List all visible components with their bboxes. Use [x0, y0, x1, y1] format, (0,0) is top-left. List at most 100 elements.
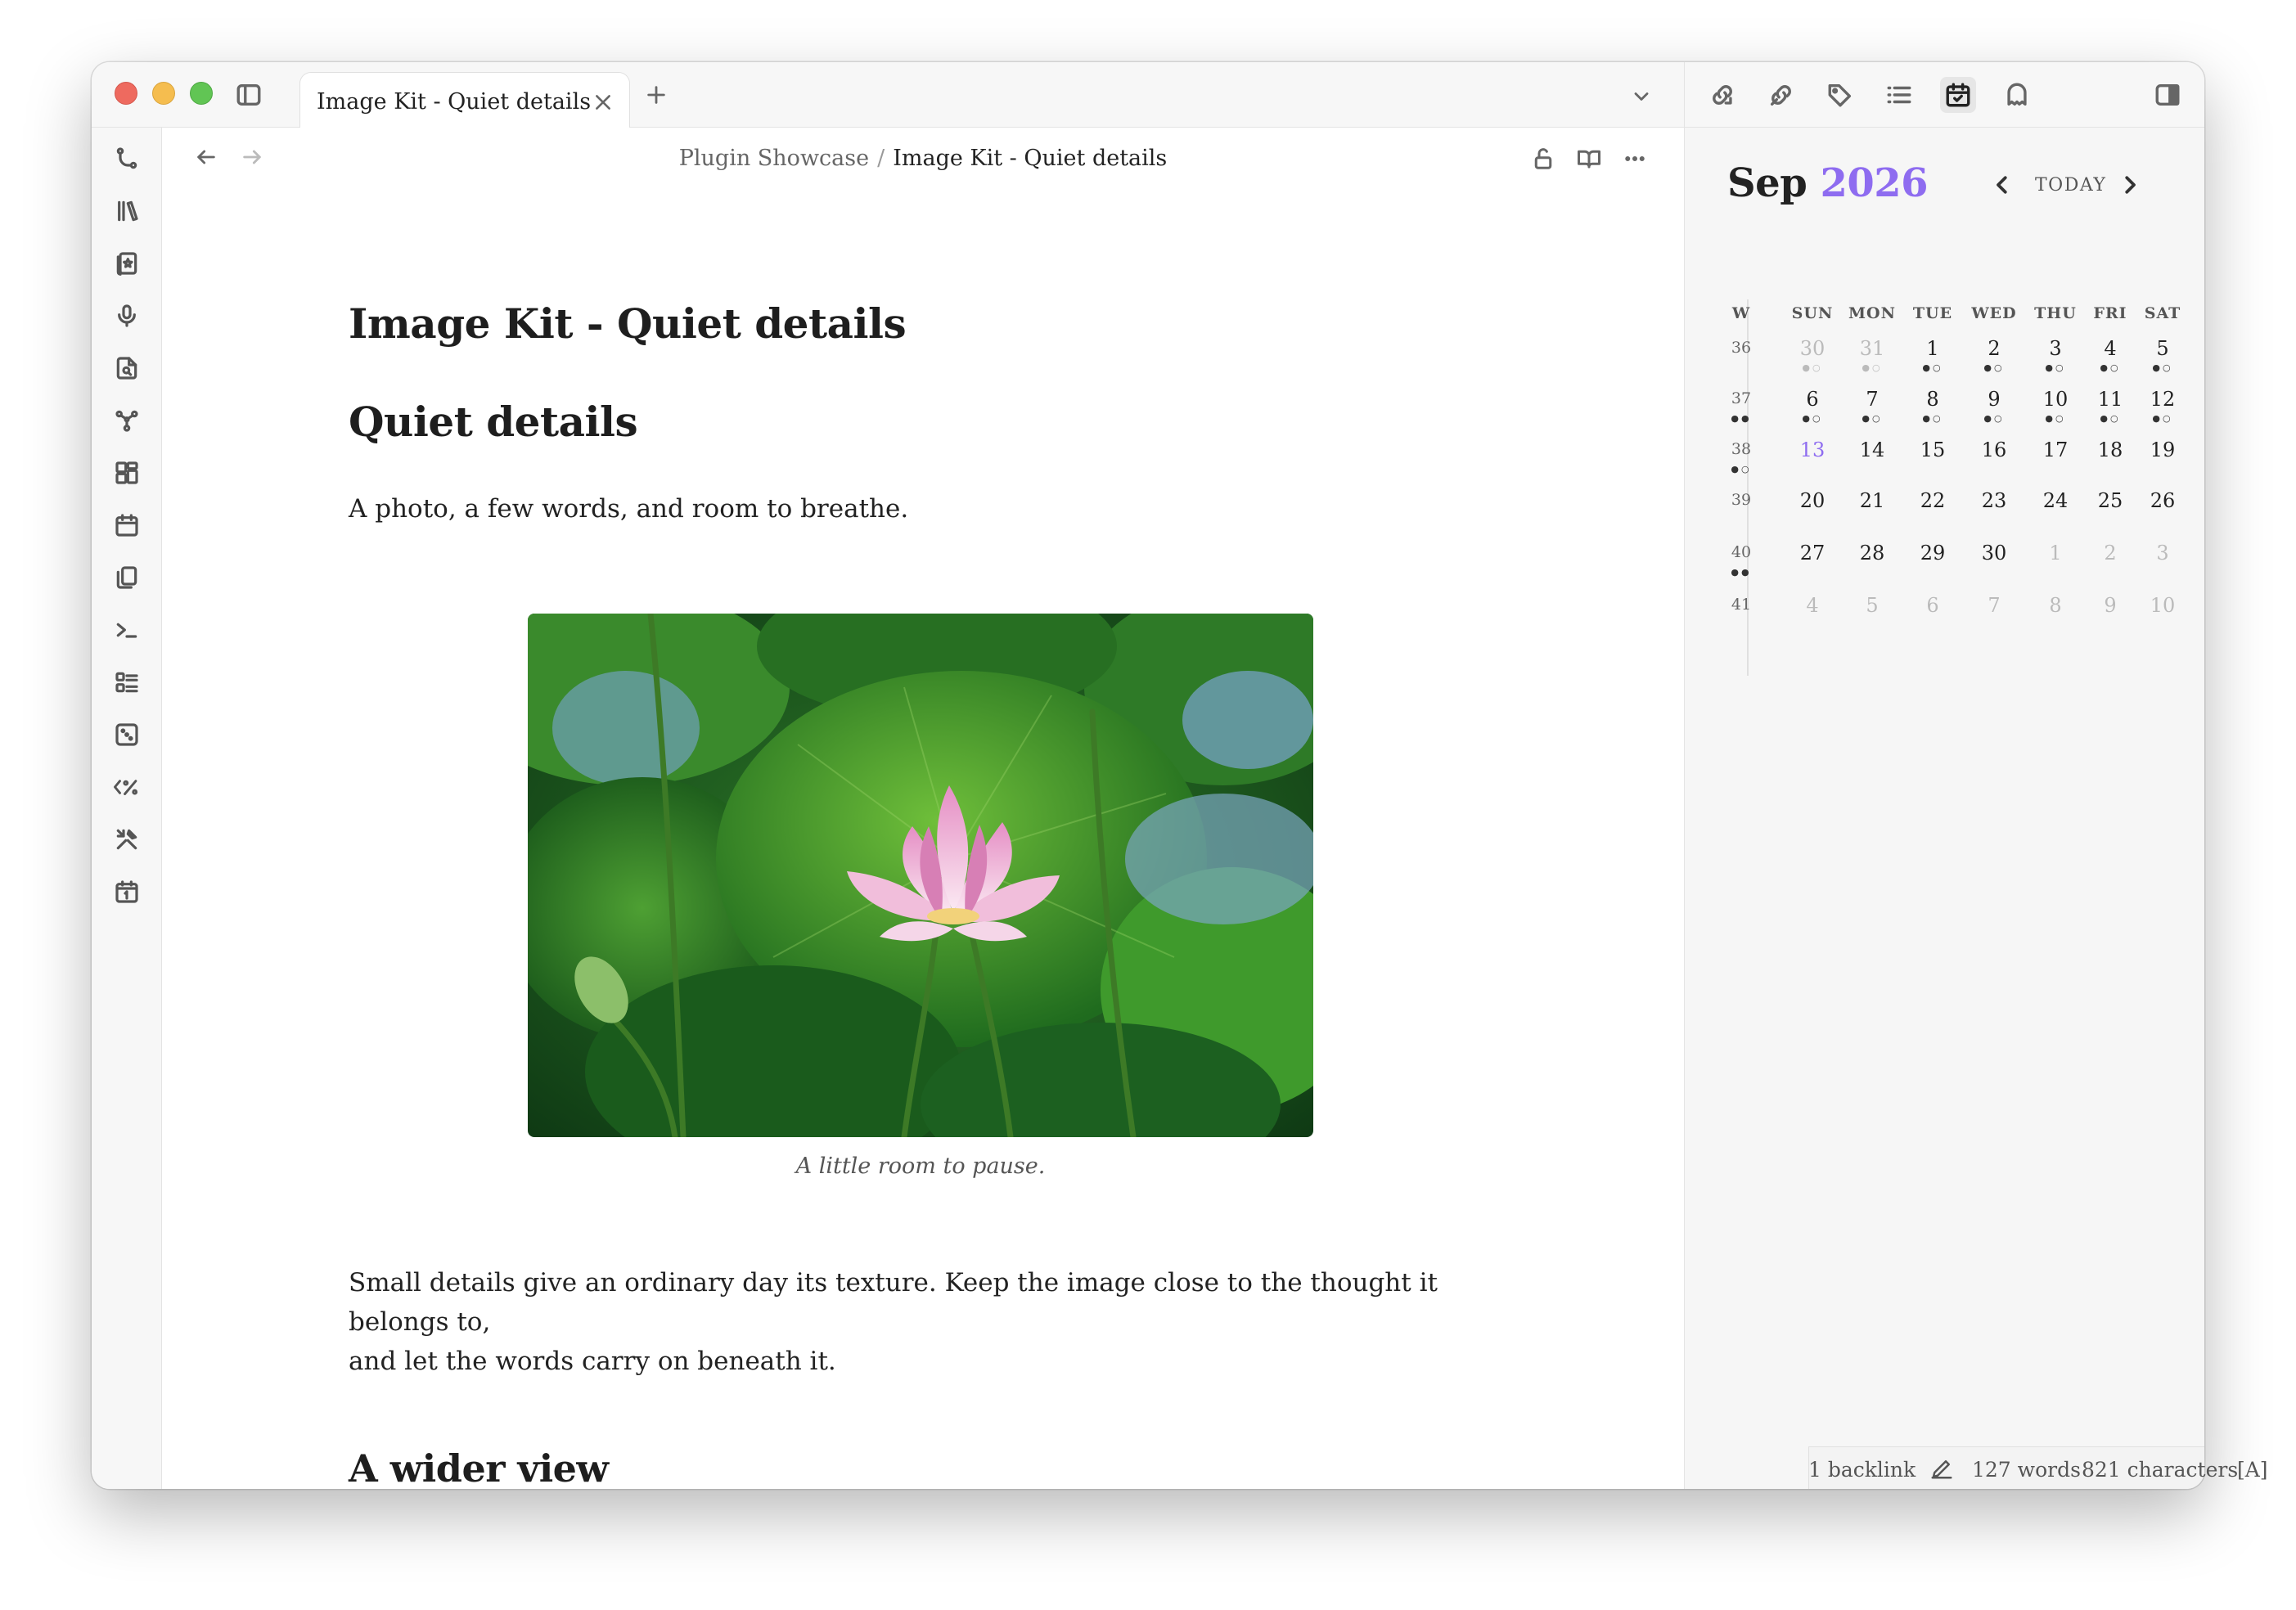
lock-open-icon[interactable]	[1527, 142, 1560, 175]
calendar-day[interactable]: 14	[1848, 438, 1897, 461]
week-number[interactable]: 41	[1721, 596, 1762, 614]
calendar-day[interactable]: 18	[2086, 438, 2135, 461]
week-number[interactable]: 36	[1721, 339, 1762, 357]
calendar-day[interactable]: 3	[2138, 542, 2187, 564]
close-icon[interactable]	[588, 88, 618, 117]
library-icon[interactable]	[109, 193, 145, 229]
calendar-day[interactable]: 15	[1908, 438, 1957, 461]
tab-active[interactable]: Image Kit - Quiet details	[299, 72, 630, 129]
calendar-day[interactable]: 5	[1848, 594, 1897, 617]
calendar-day[interactable]: 4	[1788, 594, 1837, 617]
calendar-day[interactable]: 2	[2086, 542, 2135, 564]
file-search-icon[interactable]	[109, 350, 145, 386]
outgoing-links-icon[interactable]	[1763, 77, 1799, 113]
calendar-day[interactable]: 21	[1848, 489, 1897, 512]
calendar-icon[interactable]	[109, 507, 145, 543]
tag-icon[interactable]	[1822, 77, 1858, 113]
note-dots-indicator: ●○	[2152, 413, 2173, 424]
tools-icon[interactable]	[109, 821, 145, 857]
week-number[interactable]: 40	[1721, 543, 1762, 561]
calendar-day[interactable]: 7	[1848, 388, 1897, 411]
calendar-day[interactable]: 28	[1848, 542, 1897, 564]
dashboard-icon[interactable]	[109, 455, 145, 491]
week-dots-indicator: ●●	[1731, 567, 1752, 578]
week-number[interactable]: 38	[1721, 440, 1762, 458]
calendar-day[interactable]: 8	[2031, 594, 2080, 617]
week-number[interactable]: 39	[1721, 491, 1762, 509]
calendar-day[interactable]: 9	[2086, 594, 2135, 617]
calendar-day[interactable]: 10	[2138, 594, 2187, 617]
calendar-day[interactable]: 22	[1908, 489, 1957, 512]
calendar-day[interactable]: 5	[2138, 337, 2187, 360]
ghost-icon[interactable]	[1999, 77, 2035, 113]
calendar-day[interactable]: 29	[1908, 542, 1957, 564]
backlinks-icon[interactable]	[1704, 77, 1740, 113]
calendar-day[interactable]: 3	[2031, 337, 2080, 360]
copy-icon[interactable]	[109, 560, 145, 596]
calendar-day[interactable]: 11	[2086, 388, 2135, 411]
weekday-header: FRI	[2093, 304, 2127, 322]
git-branch-icon[interactable]	[109, 141, 145, 177]
calendar-day[interactable]: 4	[2086, 337, 2135, 360]
chevron-down-icon[interactable]	[1627, 82, 1656, 111]
more-options-icon[interactable]	[1618, 142, 1651, 175]
minimize-window-button[interactable]	[152, 82, 175, 105]
calendar-day[interactable]: 30	[1970, 542, 2019, 564]
calendar-day[interactable]: 17	[2031, 438, 2080, 461]
calendar-day[interactable]: 16	[1970, 438, 2019, 461]
note-dots-indicator: ●○	[2045, 413, 2066, 424]
image-caption: A little room to pause.	[795, 1154, 1046, 1179]
backlink-count[interactable]: 1 backlink	[1808, 1458, 1916, 1482]
body-line-2: and let the words carry on beneath it.	[349, 1347, 836, 1376]
template-icon[interactable]	[109, 769, 145, 805]
calendar-day[interactable]: 1	[2031, 542, 2080, 564]
editor-mode[interactable]: [A]	[2237, 1458, 2268, 1482]
calendar-day[interactable]: 6	[1788, 388, 1837, 411]
calendar-day[interactable]: 7	[1970, 594, 2019, 617]
week-number[interactable]: 37	[1721, 389, 1762, 407]
note-dots-indicator: ●○	[1802, 362, 1823, 373]
dice-icon[interactable]	[109, 717, 145, 753]
calendar-day[interactable]: 6	[1908, 594, 1957, 617]
chevron-right-icon[interactable]	[2114, 169, 2146, 201]
calendar-day[interactable]: 19	[2138, 438, 2187, 461]
calendar-day[interactable]: 23	[1970, 489, 2019, 512]
book-open-icon[interactable]	[1573, 142, 1605, 175]
calendar-day[interactable]: 1	[1908, 337, 1957, 360]
outline-icon[interactable]	[1881, 77, 1917, 113]
graph-icon[interactable]	[109, 402, 145, 438]
calendar-day[interactable]: 24	[2031, 489, 2080, 512]
close-window-button[interactable]	[115, 82, 137, 105]
chevron-left-icon[interactable]	[1986, 169, 2019, 201]
heading-quiet-details: Quiet details	[349, 398, 638, 446]
calendar-day[interactable]: 9	[1970, 388, 2019, 411]
right-sidebar-tabs	[1684, 62, 2204, 128]
calendar-day[interactable]: 30	[1788, 337, 1837, 360]
today-button[interactable]: TODAY	[2035, 175, 2106, 196]
zoom-window-button[interactable]	[190, 82, 213, 105]
calendar-day[interactable]: 10	[2031, 388, 2080, 411]
calendar-day[interactable]: 2	[1970, 337, 2019, 360]
calendar-day[interactable]: 13	[1788, 438, 1837, 461]
sidebar-right-icon[interactable]	[2150, 77, 2186, 113]
calendar-day[interactable]: 27	[1788, 542, 1837, 564]
checklist-icon[interactable]	[109, 664, 145, 700]
calendar-check-icon[interactable]	[1940, 77, 1976, 113]
pencil-icon[interactable]	[1929, 1456, 1954, 1486]
breadcrumb-parent[interactable]: Plugin Showcase	[679, 146, 869, 171]
starred-file-icon[interactable]	[109, 245, 145, 281]
calendar-day[interactable]: 31	[1848, 337, 1897, 360]
microphone-icon[interactable]	[109, 298, 145, 334]
breadcrumb-current[interactable]: Image Kit - Quiet details	[893, 146, 1167, 171]
app-window: Image Kit - Quiet details Plugin Showcas…	[92, 62, 2204, 1489]
sidebar-left-icon[interactable]	[232, 79, 265, 111]
terminal-icon[interactable]	[109, 612, 145, 648]
calendar-day[interactable]: 12	[2138, 388, 2187, 411]
calendar-day[interactable]: 8	[1908, 388, 1957, 411]
calendar-day[interactable]: 26	[2138, 489, 2187, 512]
calendar-title: Sep 2026	[1727, 160, 1929, 206]
calendar-day[interactable]: 20	[1788, 489, 1837, 512]
daily-note-icon[interactable]	[109, 874, 145, 910]
calendar-day[interactable]: 25	[2086, 489, 2135, 512]
plus-icon[interactable]	[642, 80, 671, 110]
